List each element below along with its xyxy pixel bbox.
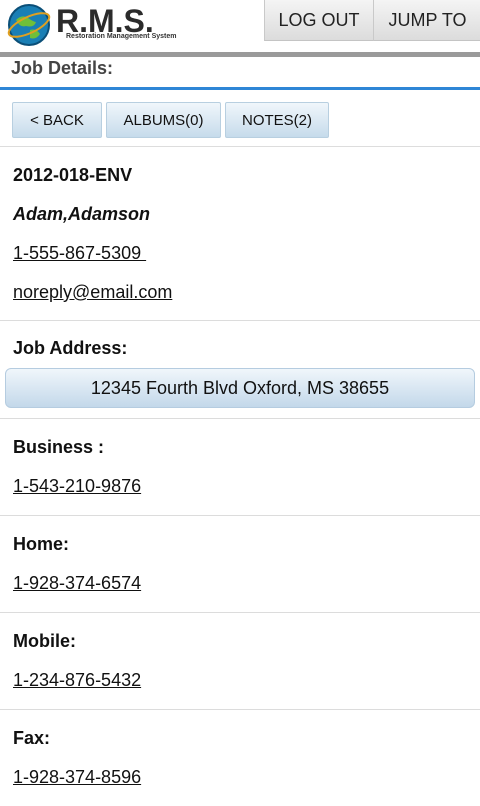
fax-number-link[interactable]: 1-928-374-8596 (13, 767, 141, 787)
job-summary: 2012-018-ENV Adam,Adamson 1-555-867-5309… (0, 147, 480, 321)
app-header: R.M.S. Restoration Management System LOG… (0, 0, 480, 52)
globe-icon (7, 4, 51, 46)
home-label: Home: (13, 534, 70, 554)
mobile-phone-link[interactable]: 1-234-876-5432 (13, 670, 141, 690)
jump-to-button[interactable]: JUMP TO (373, 0, 480, 41)
albums-button[interactable]: ALBUMS(0) (106, 102, 221, 138)
customer-phone-link[interactable]: 1-555-867-5309 (13, 243, 146, 263)
back-button[interactable]: < BACK (12, 102, 102, 138)
job-address-label: Job Address: (13, 338, 128, 358)
business-contact: Business : 1-543-210-9876 (0, 419, 480, 516)
fax-contact: Fax: 1-928-374-8596 (0, 710, 480, 806)
customer-email-link[interactable]: noreply@email.com (13, 282, 172, 302)
fax-label: Fax: (13, 728, 51, 748)
log-out-button[interactable]: LOG OUT (264, 0, 373, 41)
page-title: Job Details: (0, 57, 480, 90)
job-nav-bar: < BACK ALBUMS(0) NOTES(2) (0, 90, 480, 147)
business-phone-link[interactable]: 1-543-210-9876 (13, 476, 141, 496)
notes-button[interactable]: NOTES(2) (225, 102, 329, 138)
business-label: Business : (13, 437, 105, 457)
mobile-label: Mobile: (13, 631, 76, 651)
job-address-section: Job Address: 12345 Fourth Blvd Oxford, M… (0, 321, 480, 419)
home-phone-link[interactable]: 1-928-374-6574 (13, 573, 141, 593)
home-contact: Home: 1-928-374-6574 (0, 516, 480, 613)
mobile-contact: Mobile: 1-234-876-5432 (0, 613, 480, 710)
job-address-button[interactable]: 12345 Fourth Blvd Oxford, MS 38655 (5, 368, 475, 408)
job-number: 2012-018-ENV (13, 165, 133, 185)
logo-subtitle: Restoration Management System (66, 33, 177, 40)
rms-logo: R.M.S. Restoration Management System (6, 2, 176, 48)
customer-name: Adam,Adamson (13, 204, 151, 224)
